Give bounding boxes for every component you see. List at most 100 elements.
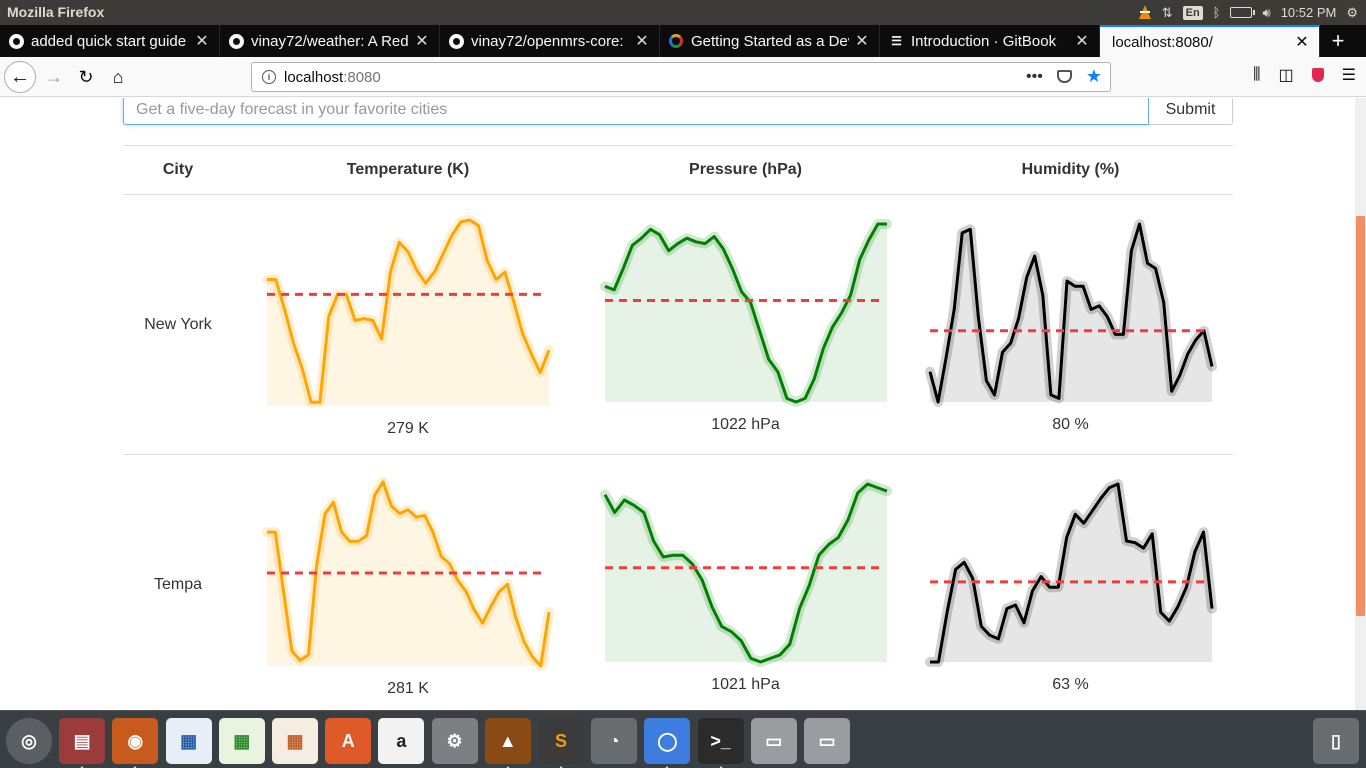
plus-icon: + (1331, 28, 1345, 53)
page-actions-icon[interactable]: ••• (1026, 68, 1043, 86)
sublime-text-icon[interactable]: S (538, 718, 584, 768)
temperature-average: 281 K (387, 679, 429, 697)
pressure-average: 1022 hPa (711, 415, 780, 433)
system-settings-icon[interactable]: ⚙ (1346, 5, 1358, 21)
tab[interactable]: localhost:8080/ ✕ (1100, 25, 1320, 57)
home-button[interactable]: ⌂ (104, 63, 132, 91)
tab-close-icon[interactable]: ✕ (855, 31, 869, 51)
table-row: Tempa 281 K 1021 hPa 63 % (123, 454, 1233, 710)
network-icon[interactable]: ⇅ (1162, 5, 1173, 21)
firefox-icon[interactable]: ◉ (112, 718, 159, 768)
city-name: Tempa (123, 454, 233, 710)
tab-label: vinay72/weather: A Red (251, 32, 409, 50)
github-icon (228, 33, 244, 49)
url-bar[interactable]: i localhost:8080 ••• ★ (251, 62, 1111, 92)
pressure-cell: 1022 hPa (583, 194, 908, 455)
app-title: Mozilla Firefox (7, 4, 105, 20)
tab[interactable]: vinay72/weather: A Red ✕ (220, 25, 440, 57)
drive-icon[interactable]: ▭ (804, 718, 850, 764)
software-center-icon[interactable]: A (325, 718, 372, 764)
table-header-row: City Temperature (K) Pressure (hPa) Humi… (123, 145, 1233, 195)
toolbar-right: ⫼ ◫ ☰ (1253, 65, 1356, 85)
writer-icon[interactable]: ▦ (165, 718, 212, 764)
table-row: New York 279 K 1022 hPa 80 % (123, 194, 1233, 455)
os-top-panel: Mozilla Firefox ⇅ En ᛒ 🔊︎ 10:52 PM ⚙ (0, 0, 1366, 25)
tab-label: Getting Started as a Dev (691, 32, 849, 50)
disk-usage-icon[interactable]: ◔ (591, 718, 638, 764)
amazon-icon[interactable]: a (378, 718, 425, 764)
chromium-icon[interactable]: ◯ (644, 718, 691, 768)
terminal-icon[interactable]: >_ (697, 718, 744, 768)
tab-label: added quick start guide (31, 32, 187, 50)
back-arrow-icon: ← (10, 65, 30, 88)
ubuntu-logo-icon[interactable]: ◎ (6, 718, 52, 764)
library-icon[interactable]: ⫼ (1253, 66, 1260, 84)
tab[interactable]: ☰ Introduction · GitBook ✕ (880, 25, 1100, 57)
trash-icon[interactable]: ▯ (1313, 718, 1359, 764)
humidity-average: 63 % (1052, 675, 1089, 693)
calc-icon[interactable]: ▦ (218, 718, 265, 764)
tab-strip: added quick start guide ✕ vinay72/weather:… (0, 25, 1366, 57)
url-port: :8080 (343, 68, 381, 86)
tab-label: Introduction · GitBook (911, 32, 1057, 50)
page-viewport: Submit City Temperature (K) Pressure (hP… (0, 98, 1355, 710)
menu-hamburger-icon[interactable]: ☰ (1342, 65, 1356, 85)
tab-close-icon[interactable]: ✕ (1295, 32, 1309, 52)
pocket-icon[interactable] (1056, 70, 1072, 83)
scrollbar-thumb[interactable] (1356, 216, 1365, 616)
weather-table: City Temperature (K) Pressure (hPa) Humi… (123, 145, 1233, 710)
submit-button[interactable]: Submit (1149, 98, 1233, 125)
humidity-cell: 80 % (908, 194, 1233, 455)
sidebar-icon[interactable]: ◫ (1279, 65, 1294, 85)
url-host: localhost (284, 68, 344, 86)
impress-icon[interactable]: ▦ (272, 718, 318, 764)
reload-button[interactable]: ↻ (72, 63, 100, 91)
navigation-toolbar: ← → ↻ ⌂ i localhost:8080 ••• ★ ⫼ ◫ ☰ (0, 57, 1366, 97)
github-icon (8, 33, 24, 49)
drive-icon[interactable]: ▭ (750, 718, 797, 764)
url-actions: ••• ★ (1026, 66, 1102, 87)
settings-icon[interactable]: ⚙ (431, 718, 478, 764)
tab-label: vinay72/openmrs-core: (471, 32, 624, 50)
forward-arrow-icon: → (45, 66, 63, 87)
pressure-sparkline (599, 218, 892, 407)
tab[interactable]: added quick start guide ✕ (0, 25, 220, 57)
keyboard-layout-indicator[interactable]: En (1182, 5, 1203, 20)
clock[interactable]: 10:52 PM (1281, 5, 1337, 20)
battery-icon[interactable] (1230, 7, 1256, 18)
header-temperature: Temperature (K) (233, 145, 583, 195)
shield-extension-icon[interactable] (1311, 68, 1324, 82)
back-button[interactable]: ← (4, 61, 36, 93)
tab[interactable]: vinay72/openmrs-core: ✕ (440, 25, 660, 57)
header-humidity: Humidity (%) (908, 145, 1233, 195)
site-info-icon[interactable]: i (262, 70, 276, 84)
humidity-sparkline (924, 478, 1217, 667)
humidity-cell: 63 % (908, 454, 1233, 710)
home-icon: ⌂ (112, 66, 124, 87)
book-icon: ☰ (891, 34, 902, 48)
tab-close-icon[interactable]: ✕ (1075, 31, 1089, 51)
page-scrollbar[interactable] (1355, 98, 1366, 710)
temperature-cell: 279 K (233, 194, 583, 455)
tab-close-icon[interactable]: ✕ (195, 31, 209, 51)
forecast-search-form: Submit (123, 98, 1233, 125)
forward-button[interactable]: → (40, 63, 68, 91)
tab-close-icon[interactable]: ✕ (415, 31, 429, 51)
tab[interactable]: Getting Started as a Dev ✕ (660, 25, 880, 57)
header-pressure: Pressure (hPa) (583, 145, 908, 195)
bluetooth-icon[interactable]: ᛒ (1213, 5, 1221, 20)
launcher-dock: ◎ ▤ ◉ ▦ ▦ ▦ Aa ⚙ ▲ S ◔ ◯ >_ ▭ ▭ ▯ (0, 710, 1366, 768)
system-tray: ⇅ En ᛒ 🔊︎ 10:52 PM ⚙ (1138, 0, 1366, 25)
files-icon[interactable]: ▤ (59, 718, 106, 768)
bookmark-star-icon[interactable]: ★ (1086, 66, 1102, 87)
pressure-average: 1021 hPa (711, 675, 780, 693)
city-search-input[interactable] (123, 98, 1149, 125)
new-tab-button[interactable]: + (1320, 25, 1356, 57)
tab-close-icon[interactable]: ✕ (635, 31, 649, 51)
volume-icon[interactable]: 🔊︎ (1262, 5, 1270, 21)
vlc-tray-icon[interactable] (1138, 4, 1152, 21)
vlc-icon[interactable]: ▲ (484, 718, 531, 768)
ring-icon (668, 33, 684, 49)
github-icon (448, 33, 464, 49)
header-city: City (123, 145, 233, 195)
